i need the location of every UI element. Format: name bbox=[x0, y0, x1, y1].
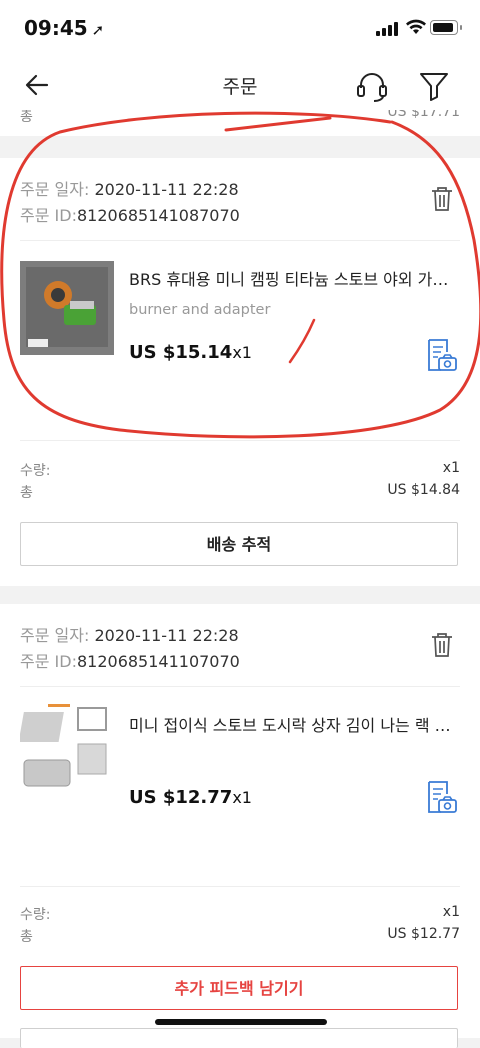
filter-icon[interactable] bbox=[416, 68, 452, 104]
total-label: 총 bbox=[20, 485, 33, 501]
trash-icon[interactable] bbox=[428, 184, 456, 214]
prev-total-label: 총 bbox=[20, 110, 33, 125]
product-name[interactable]: BRS 휴대용 미니 캠핑 티타늄 스토브 야외 가스 스토브 bbox=[129, 266, 459, 290]
product-thumbnail[interactable] bbox=[20, 261, 114, 355]
product-price: US $15.14x1 bbox=[129, 342, 252, 363]
quantity-label: 수량: bbox=[20, 907, 51, 923]
product-variant: burner and adapter bbox=[129, 302, 271, 318]
product-name[interactable]: 미니 접이식 스토브 도시락 상자 김이 나는 랙 세트 bbox=[129, 712, 459, 736]
next-button-partial[interactable] bbox=[20, 1028, 458, 1048]
divider bbox=[20, 440, 460, 441]
previous-order-summary: 총 US $17.71 bbox=[0, 110, 480, 136]
quantity-label: 수량: bbox=[20, 463, 51, 479]
signal-icon bbox=[376, 22, 402, 36]
prev-total-value: US $17.71 bbox=[387, 110, 460, 120]
order-date: 주문 일자: 2020-11-11 22:28 bbox=[20, 180, 239, 199]
total-value: US $12.77 bbox=[387, 926, 460, 942]
status-time: 09:45 ➚ bbox=[24, 16, 105, 40]
product-qty: x1 bbox=[232, 788, 252, 807]
divider bbox=[20, 240, 460, 241]
divider bbox=[20, 886, 460, 887]
total-value: US $14.84 bbox=[387, 482, 460, 498]
order-card: 주문 일자: 2020-11-11 22:28 주문 ID:8120685141… bbox=[0, 158, 480, 586]
order-id: 주문 ID:8120685141107070 bbox=[20, 652, 240, 671]
order-date: 주문 일자: 2020-11-11 22:28 bbox=[20, 626, 239, 645]
headset-icon[interactable] bbox=[354, 68, 390, 104]
track-shipment-button[interactable]: 배송 추적 bbox=[20, 522, 458, 566]
product-price: US $12.77x1 bbox=[129, 787, 252, 808]
trash-icon[interactable] bbox=[428, 630, 456, 660]
photo-review-icon[interactable] bbox=[426, 338, 458, 372]
product-qty: x1 bbox=[232, 343, 252, 362]
leave-feedback-button[interactable]: 추가 피드백 남기기 bbox=[20, 966, 458, 1010]
nav-bar: 주문 bbox=[0, 60, 480, 110]
order-card: 주문 일자: 2020-11-11 22:28 주문 ID:8120685141… bbox=[0, 604, 480, 1048]
photo-review-icon[interactable] bbox=[426, 780, 458, 814]
divider bbox=[20, 686, 460, 687]
status-bar: 09:45 ➚ bbox=[0, 0, 480, 60]
quantity-value: x1 bbox=[442, 904, 460, 920]
location-icon: ➚ bbox=[91, 21, 105, 39]
battery-icon bbox=[430, 20, 462, 35]
page-title: 주문 bbox=[222, 76, 258, 98]
order-id: 주문 ID:8120685141087070 bbox=[20, 206, 240, 225]
wifi-icon bbox=[405, 18, 427, 41]
total-label: 총 bbox=[20, 929, 33, 945]
quantity-value: x1 bbox=[442, 460, 460, 476]
home-indicator bbox=[155, 1019, 327, 1025]
product-thumbnail[interactable] bbox=[18, 700, 114, 794]
